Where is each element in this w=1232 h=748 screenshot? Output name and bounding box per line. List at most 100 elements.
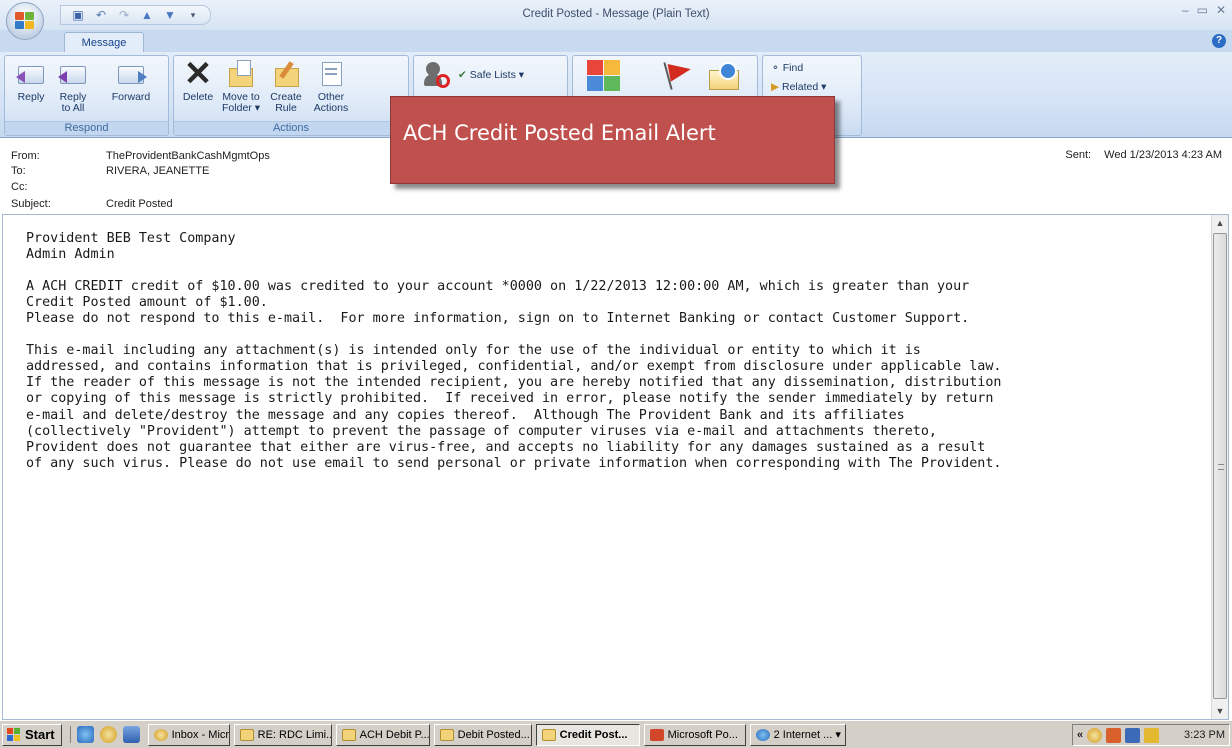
delete-label: Delete bbox=[182, 91, 214, 103]
desktop-icon[interactable] bbox=[122, 726, 140, 743]
tray-security-icon[interactable] bbox=[1106, 727, 1122, 743]
taskbar-button-debit-posted[interactable]: Debit Posted... bbox=[433, 723, 532, 746]
message-body-pane[interactable]: Provident BEB Test Company Admin Admin A… bbox=[2, 214, 1229, 720]
vertical-scrollbar[interactable]: ▲ ▼ bbox=[1211, 215, 1228, 719]
maximize-icon[interactable]: ▭ bbox=[1197, 3, 1208, 17]
scroll-thumb[interactable] bbox=[1213, 233, 1227, 699]
other-label-2: Actions bbox=[313, 102, 349, 114]
subject-label: Subject: bbox=[11, 198, 51, 210]
related-icon: ▶ bbox=[771, 81, 780, 93]
tray-network-icon[interactable] bbox=[1125, 727, 1141, 743]
taskbar-button-label: Inbox - Micr... bbox=[171, 728, 229, 741]
quick-launch bbox=[69, 726, 140, 743]
safe-lists-button[interactable]: ✔ Safe Lists ▾ bbox=[458, 69, 524, 81]
internet-explorer-icon[interactable] bbox=[76, 726, 94, 743]
window-title: Credit Posted - Message (Plain Text) bbox=[522, 8, 710, 20]
sent-row: Sent: Wed 1/23/2013 4:23 AM bbox=[1065, 149, 1222, 161]
move-to-folder-button[interactable]: Move to Folder ▾ bbox=[218, 58, 264, 114]
respond-group-label: Respond bbox=[5, 121, 168, 135]
sent-value: Wed 1/23/2013 4:23 AM bbox=[1104, 149, 1222, 161]
find-label: Find bbox=[782, 62, 804, 74]
envelope-icon bbox=[541, 728, 556, 741]
title-bar: ▣ ↶ ↷ ▲ ▼ ▾ Credit Posted - Message (Pla… bbox=[0, 0, 1232, 30]
other-actions-button[interactable]: Other Actions bbox=[308, 58, 354, 114]
safe-lists-label: Safe Lists ▾ bbox=[469, 69, 525, 81]
safe-lists-icon: ✔ bbox=[458, 69, 467, 81]
tray-outlook-icon[interactable] bbox=[1087, 727, 1103, 743]
reply-all-label-2: to All bbox=[61, 102, 85, 114]
related-button[interactable]: ▶ Related ▾ bbox=[771, 81, 826, 93]
other-actions-icon bbox=[315, 58, 347, 90]
taskbar-button-label: 2 Internet ... ▾ bbox=[773, 729, 841, 741]
categorize-icon[interactable] bbox=[587, 60, 621, 92]
taskbar-button-label: ACH Debit P... bbox=[359, 728, 430, 741]
taskbar-button-label: Credit Post... bbox=[559, 728, 628, 741]
scroll-up-icon[interactable]: ▲ bbox=[1212, 215, 1228, 231]
taskbar-button-inbox[interactable]: Inbox - Micr... bbox=[147, 723, 230, 746]
windows-logo-icon bbox=[7, 727, 21, 742]
respond-group: Reply Reply to All Forward Respond bbox=[4, 55, 169, 136]
delete-button[interactable]: ✕ Delete bbox=[178, 55, 218, 103]
reply-all-icon bbox=[57, 58, 89, 90]
reply-label: Reply bbox=[17, 91, 45, 103]
scroll-down-icon[interactable]: ▼ bbox=[1212, 703, 1228, 719]
move-label-2: Folder ▾ bbox=[222, 102, 260, 114]
close-icon[interactable]: ✕ bbox=[1216, 3, 1226, 17]
create-rule-button[interactable]: Create Rule bbox=[266, 58, 306, 114]
from-value[interactable]: TheProvidentBankCashMgmtOps bbox=[106, 149, 270, 163]
clock[interactable]: 3:23 PM bbox=[1184, 729, 1225, 741]
taskbar-button-label: Debit Posted... bbox=[457, 728, 530, 741]
from-label: From: bbox=[11, 150, 40, 162]
create-rule-icon bbox=[270, 58, 302, 90]
system-tray: « 3:23 PM bbox=[1072, 724, 1230, 746]
taskbar-button-ach-debit[interactable]: ACH Debit P... bbox=[335, 723, 430, 746]
find-button[interactable]: ⚬ Find bbox=[771, 62, 803, 74]
forward-button[interactable]: Forward bbox=[95, 58, 167, 103]
callout-text: ACH Credit Posted Email Alert bbox=[403, 121, 716, 145]
minimize-icon[interactable]: – bbox=[1182, 3, 1189, 17]
binoculars-icon: ⚬ bbox=[771, 62, 780, 74]
reply-all-button[interactable]: Reply to All bbox=[51, 58, 95, 114]
tray-update-icon[interactable] bbox=[1144, 727, 1160, 743]
actions-group-label: Actions bbox=[174, 121, 408, 135]
subject-value: Credit Posted bbox=[106, 198, 173, 210]
powerpoint-icon bbox=[649, 728, 664, 741]
start-button[interactable]: Start bbox=[2, 723, 62, 746]
envelope-icon bbox=[341, 728, 356, 741]
taskbar-button-credit-posted[interactable]: Credit Post... bbox=[535, 723, 640, 746]
to-label: To: bbox=[11, 165, 26, 177]
start-label: Start bbox=[25, 727, 55, 742]
alert-callout-banner: ACH Credit Posted Email Alert bbox=[390, 96, 835, 184]
message-body-text[interactable]: Provident BEB Test Company Admin Admin A… bbox=[26, 231, 1206, 472]
move-to-folder-icon bbox=[225, 58, 257, 90]
tab-message[interactable]: Message bbox=[64, 32, 144, 53]
cc-label: Cc: bbox=[11, 181, 28, 193]
forward-icon bbox=[115, 58, 147, 90]
ribbon-tabs: Message ? bbox=[0, 30, 1232, 53]
taskbar-button-label: RE: RDC Limi... bbox=[257, 728, 332, 741]
internet-explorer-icon bbox=[755, 728, 770, 741]
forward-label: Forward bbox=[111, 91, 151, 103]
outlook-icon bbox=[153, 728, 168, 741]
delete-icon: ✕ bbox=[183, 55, 213, 93]
mark-as-unread-icon[interactable] bbox=[709, 60, 741, 92]
sent-label: Sent: bbox=[1065, 149, 1092, 161]
related-label: Related ▾ bbox=[782, 81, 827, 93]
to-value[interactable]: RIVERA, JEANETTE bbox=[106, 164, 209, 178]
reply-button[interactable]: Reply bbox=[11, 58, 51, 103]
follow-up-flag-icon[interactable] bbox=[663, 60, 693, 92]
create-label-2: Rule bbox=[275, 102, 297, 114]
scroll-grip bbox=[1218, 464, 1224, 470]
actions-group: ✕ Delete Move to Folder ▾ Create Rule Ot… bbox=[173, 55, 409, 136]
taskbar-button-internet[interactable]: 2 Internet ... ▾ bbox=[749, 723, 846, 746]
office-button[interactable] bbox=[6, 2, 44, 40]
block-sender-icon[interactable] bbox=[424, 62, 452, 90]
taskbar-button-powerpoint[interactable]: Microsoft Po... bbox=[643, 723, 746, 746]
taskbar-button-rdc[interactable]: RE: RDC Limi... bbox=[233, 723, 332, 746]
tray-expand-icon[interactable]: « bbox=[1077, 729, 1083, 741]
reply-icon bbox=[15, 58, 47, 90]
outlook-icon[interactable] bbox=[99, 726, 117, 743]
help-icon[interactable]: ? bbox=[1212, 34, 1226, 48]
envelope-icon bbox=[239, 728, 254, 741]
window-controls: – ▭ ✕ bbox=[1182, 3, 1226, 17]
